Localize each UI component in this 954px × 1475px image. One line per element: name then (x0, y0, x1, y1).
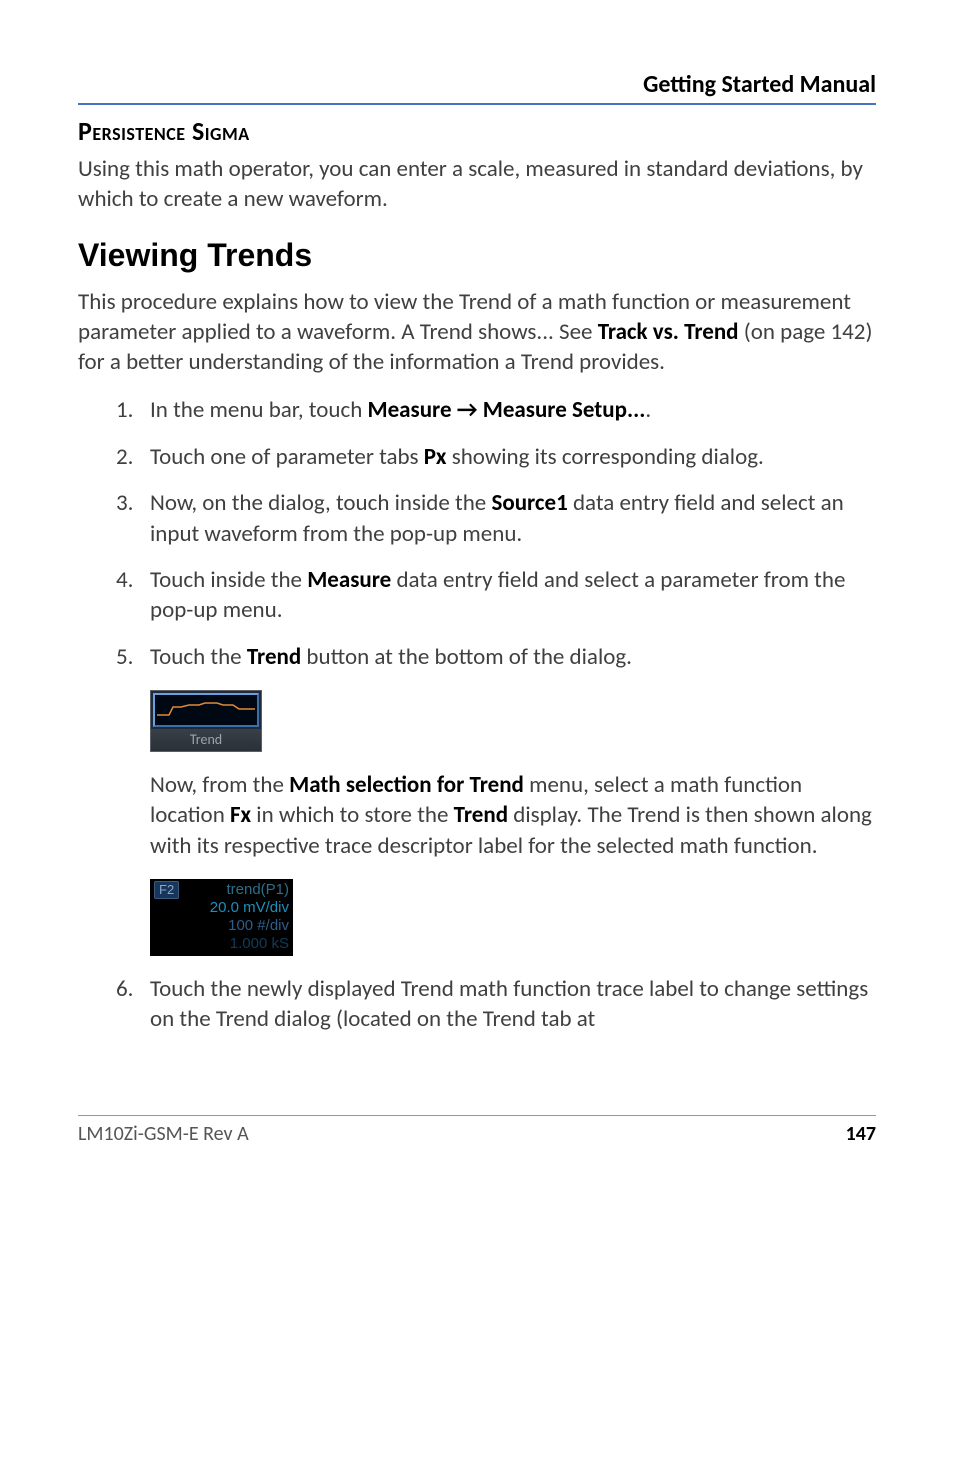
text-bold: Trend (454, 801, 508, 829)
list-item: Touch inside the Measure data entry fiel… (116, 565, 876, 626)
text: Touch the newly displayed Trend math fun… (150, 975, 868, 1033)
text: . (645, 396, 651, 424)
trace-line: 20.0 mV/div (154, 899, 289, 917)
text-bold: Measure (307, 566, 391, 594)
text-bold: Measure → Measure Setup... (367, 396, 645, 424)
ordered-list-continued: Touch the newly displayed Trend math fun… (78, 974, 876, 1035)
trace-badge: F2 (154, 881, 179, 899)
text-bold: Fx (230, 801, 251, 829)
text-bold: Px (424, 443, 447, 471)
text: button at the bottom of the dialog. (301, 643, 632, 671)
text: Touch the (150, 643, 247, 671)
trend-chart-icon (153, 693, 259, 727)
list-item: Touch the newly displayed Trend math fun… (116, 974, 876, 1035)
text-bold: Track vs. Trend (598, 318, 739, 346)
list-item: Touch one of parameter tabs Px showing i… (116, 442, 876, 472)
text: In the menu bar, touch (150, 396, 367, 424)
list-item: In the menu bar, touch Measure → Measure… (116, 395, 876, 425)
text: Touch inside the (150, 566, 307, 594)
section-heading-viewing-trends: Viewing Trends (78, 237, 876, 274)
trend-button-image: Trend (150, 690, 262, 752)
trace-function-name: trend(P1) (179, 881, 289, 899)
list-item: Touch the Trend button at the bottom of … (116, 642, 876, 672)
paragraph: Using this math operator, you can enter … (78, 155, 876, 215)
footer-left: LM10Zi-GSM-E Rev A (78, 1122, 249, 1146)
figure-trace-descriptor: F2 trend(P1) 20.0 mV/div 100 #/div 1.000… (150, 879, 876, 956)
text-bold: Source1 (491, 489, 567, 517)
figure-trend-button: Trend (150, 690, 876, 752)
page-footer: LM10Zi-GSM-E Rev A 147 (78, 1115, 876, 1146)
paragraph: Now, from the Math selection for Trend m… (150, 770, 876, 861)
section-heading-persistence-sigma: Persistence Sigma (78, 115, 876, 147)
list-item: Now, on the dialog, touch inside the Sou… (116, 488, 876, 549)
page-content: Getting Started Manual Persistence Sigma… (0, 0, 954, 1186)
text-bold: Trend (247, 643, 301, 671)
text: Touch one of parameter tabs (150, 443, 424, 471)
text: in which to store the (251, 801, 454, 829)
trace-descriptor-image: F2 trend(P1) 20.0 mV/div 100 #/div 1.000… (150, 879, 293, 956)
page-number: 147 (846, 1122, 876, 1146)
text: Now, from the (150, 771, 289, 799)
text: Now, on the dialog, touch inside the (150, 489, 491, 517)
paragraph: This procedure explains how to view the … (78, 288, 876, 378)
text-bold: Math selection for Trend (289, 771, 524, 799)
ordered-list: In the menu bar, touch Measure → Measure… (78, 395, 876, 672)
text: showing its corresponding dialog. (447, 443, 764, 471)
trace-line: 1.000 kS (154, 935, 289, 953)
trend-button-label: Trend (151, 729, 261, 751)
page-header: Getting Started Manual (78, 70, 876, 105)
trace-line: 100 #/div (154, 917, 289, 935)
